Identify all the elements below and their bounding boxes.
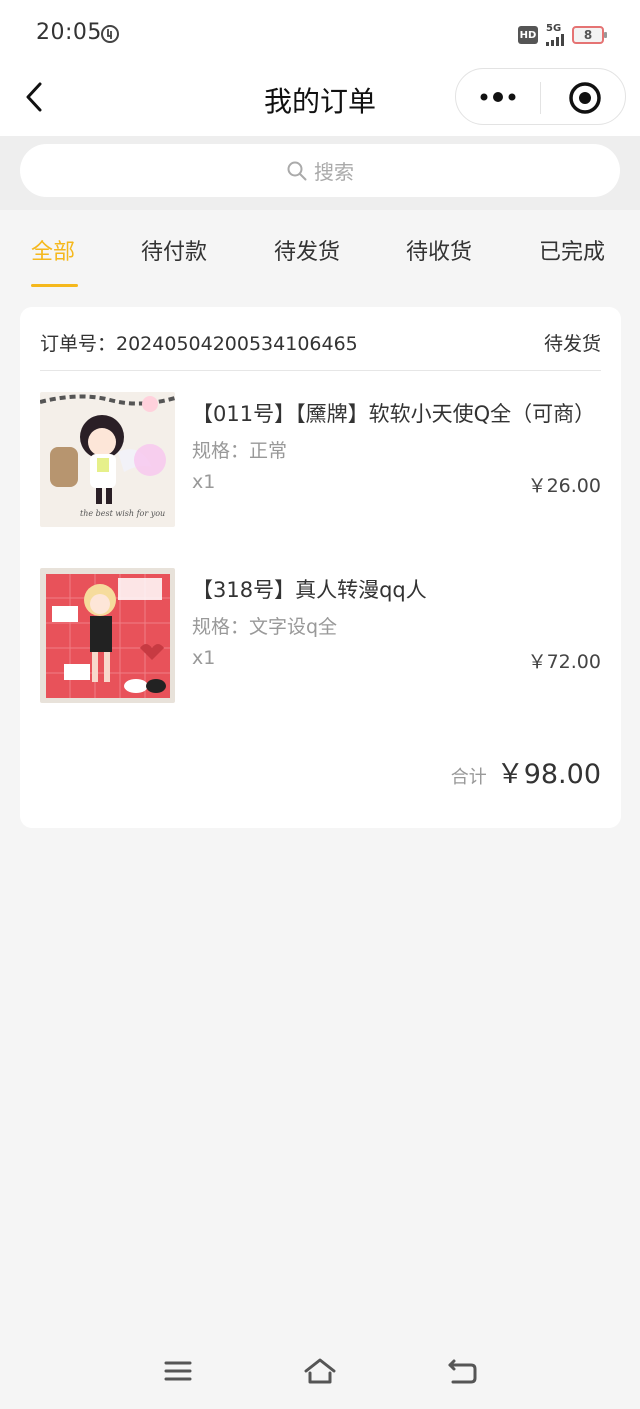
status-bar: 20:05 HD 5G 8 [0,0,640,68]
order-number: 订单号：20240504200534106465 [40,333,358,355]
menu-icon[interactable] [161,1356,195,1386]
network-label: 5G [546,23,562,34]
tab-all[interactable]: 全部 [31,234,75,266]
notification-circle-icon [101,25,119,43]
order-status: 待发货 [543,333,601,355]
tab-pending-receipt[interactable]: 待收货 [406,234,472,266]
mini-program-capsule [455,68,626,125]
nav-bar: 我的订单 [0,68,640,136]
search-icon [287,161,307,180]
total-value: ￥98.00 [496,759,601,790]
active-tab-indicator [31,284,78,287]
order-total: 合计 ￥98.00 [451,752,601,791]
search-area: 搜索 [0,136,640,210]
item-price: ￥26.00 [527,475,601,497]
order-header: 订单号：20240504200534106465 待发货 [40,327,601,371]
back-arrow-icon[interactable] [445,1356,479,1386]
search-input[interactable]: 搜索 [20,144,620,197]
item-quantity: x1 [192,471,216,493]
status-indicators: HD 5G 8 [518,24,607,46]
home-icon[interactable] [303,1356,337,1386]
order-item[interactable]: the best wish for you 【011号】【黡牌】软软小天使Q全（… [40,392,601,528]
tab-pending-payment[interactable]: 待付款 [141,234,207,266]
item-price: ￥72.00 [527,651,601,673]
order-tabs: 全部 待付款 待发货 待收货 已完成 [0,210,640,290]
item-spec: 规格：正常 [192,440,288,462]
signal-icon: 5G [546,24,564,46]
item-title[interactable]: 【011号】【黡牌】软软小天使Q全（可商） [192,398,595,428]
target-circle-icon[interactable] [566,79,604,117]
tab-completed[interactable]: 已完成 [539,234,605,266]
search-placeholder: 搜索 [314,160,354,184]
total-label: 合计 [450,767,487,788]
order-card[interactable]: 订单号：20240504200534106465 待发货 the best wi… [20,307,621,828]
product-image[interactable] [40,568,175,703]
svg-text:the best wish for you: the best wish for you [80,509,165,518]
product-image[interactable]: the best wish for you [40,392,175,527]
more-dots-icon[interactable] [476,81,520,113]
system-nav-bar [0,1340,640,1409]
capsule-divider [540,82,541,114]
hd-badge: HD [518,26,538,44]
status-time: 20:05 [36,20,102,45]
item-spec: 规格：文字设q全 [192,616,338,638]
item-title[interactable]: 【318号】真人转漫qq人 [192,574,427,604]
item-quantity: x1 [192,647,216,669]
order-item[interactable]: 【318号】真人转漫qq人 规格：文字设q全 x1 ￥72.00 [40,568,601,704]
battery-icon: 8 [572,26,607,44]
battery-level: 8 [583,28,593,42]
tab-pending-shipment[interactable]: 待发货 [274,234,340,266]
